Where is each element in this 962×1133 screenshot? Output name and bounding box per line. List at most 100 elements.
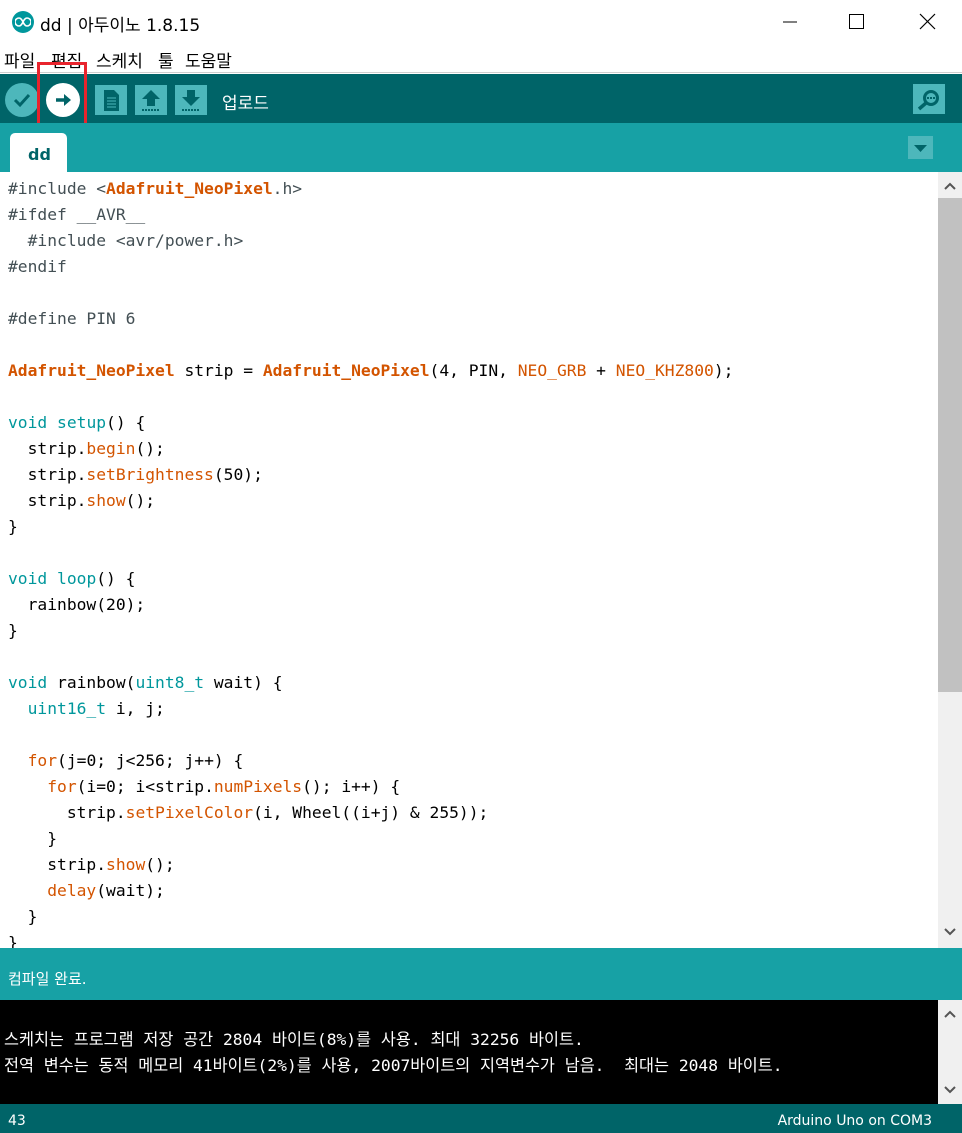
code-line[interactable]: for(i=0; i<strip.numPixels(); i++) { (8, 774, 938, 800)
code-line[interactable]: void loop() { (8, 566, 938, 592)
menu-help[interactable]: 도움말 (185, 47, 232, 72)
code-line[interactable]: } (8, 514, 938, 540)
code-token: (j=0; j<256; j++) { (57, 751, 244, 770)
tab-bar: dd (0, 123, 962, 172)
code-token: setup (57, 413, 107, 432)
code-line[interactable]: strip.setBrightness(50); (8, 462, 938, 488)
code-token: } (8, 621, 18, 640)
scroll-down-icon[interactable] (938, 1080, 962, 1100)
code-line[interactable] (8, 644, 938, 670)
code-token: #define PIN 6 (8, 309, 136, 328)
code-line[interactable]: delay(wait); (8, 878, 938, 904)
code-line[interactable]: #ifdef __AVR__ (8, 202, 938, 228)
scroll-up-icon[interactable] (938, 1004, 962, 1024)
code-token: Adafruit_NeoPixel (262, 361, 430, 380)
code-token: strip. (8, 803, 126, 822)
code-line[interactable]: } (8, 904, 938, 930)
console-scrollbar[interactable] (938, 1000, 962, 1104)
console-line: 스케치는 프로그램 저장 공간 2804 바이트(8%)를 사용. 최대 322… (4, 1030, 584, 1049)
magnifier-icon (917, 90, 939, 111)
editor-scrollbar[interactable] (938, 172, 962, 948)
code-line[interactable]: strip.begin(); (8, 436, 938, 462)
verify-button[interactable] (5, 83, 39, 117)
code-token: for (47, 777, 77, 796)
code-line[interactable] (8, 280, 938, 306)
code-token: strip. (8, 855, 107, 874)
code-token: setBrightness (86, 465, 214, 484)
code-token: NEO_GRB (517, 361, 587, 380)
code-token: uint8_t (135, 673, 205, 692)
menu-sketch[interactable]: 스케치 (96, 47, 143, 72)
code-token: #include <avr/power.h> (8, 231, 244, 250)
scroll-down-icon[interactable] (938, 922, 962, 942)
menu-tools[interactable]: 툴 (158, 47, 174, 72)
code-token: setPixelColor (125, 803, 254, 822)
status-message: 컴파일 완료. (8, 970, 87, 988)
close-button[interactable] (904, 6, 950, 38)
code-line[interactable]: Adafruit_NeoPixel strip = Adafruit_NeoPi… (8, 358, 938, 384)
code-line[interactable]: } (8, 826, 938, 852)
code-token: void (8, 569, 48, 588)
code-token: begin (86, 439, 136, 458)
save-button[interactable] (175, 85, 207, 115)
code-line[interactable]: void rainbow(uint8_t wait) { (8, 670, 938, 696)
code-line[interactable]: strip.setPixelColor(i, Wheel((i+j) & 255… (8, 800, 938, 826)
code-token: strip. (8, 465, 87, 484)
minimize-button[interactable] (767, 6, 813, 38)
code-line[interactable] (8, 332, 938, 358)
arduino-logo-icon (12, 11, 34, 33)
code-token: for (27, 751, 58, 770)
code-line[interactable]: #endif (8, 254, 938, 280)
code-token: void (8, 413, 48, 432)
editor-scroll-thumb[interactable] (938, 198, 962, 692)
code-token: (); (125, 491, 156, 510)
code-token: show (86, 491, 126, 510)
scroll-up-icon[interactable] (938, 176, 962, 196)
code-line[interactable]: strip.show(); (8, 852, 938, 878)
up-arrow-icon (142, 90, 160, 111)
code-line[interactable] (8, 540, 938, 566)
code-editor[interactable]: #include <Adafruit_NeoPixel.h> #ifdef __A… (0, 172, 938, 948)
tab-dd[interactable]: dd (10, 133, 67, 172)
down-arrow-icon (182, 90, 200, 111)
code-line[interactable] (8, 384, 938, 410)
maximize-button[interactable] (833, 6, 879, 38)
code-token: } (8, 517, 18, 536)
code-token: void (8, 673, 48, 692)
code-line[interactable]: #include <Adafruit_NeoPixel.h> (8, 176, 938, 202)
code-token: show (106, 855, 146, 874)
code-line[interactable]: } (8, 930, 938, 948)
menu-edit[interactable]: 편집 (51, 47, 82, 72)
code-line[interactable]: #define PIN 6 (8, 306, 938, 332)
serial-monitor-button[interactable] (913, 84, 945, 114)
code-token: NEO_KHZ800 (615, 361, 714, 380)
code-line[interactable]: rainbow(20); (8, 592, 938, 618)
status-bar: 컴파일 완료. (0, 948, 962, 1000)
code-line[interactable]: void setup() { (8, 410, 938, 436)
code-line[interactable]: } (8, 618, 938, 644)
code-line[interactable]: for(j=0; j<256; j++) { (8, 748, 938, 774)
code-token: i, j; (106, 699, 165, 718)
code-token: (wait); (96, 881, 165, 900)
code-line[interactable]: #include <avr/power.h> (8, 228, 938, 254)
code-token: #endif (8, 257, 67, 276)
new-button[interactable] (95, 85, 127, 115)
open-button[interactable] (135, 85, 167, 115)
code-line[interactable] (8, 722, 938, 748)
tab-menu-button[interactable] (908, 136, 933, 159)
code-text[interactable]: #include <Adafruit_NeoPixel.h> #ifdef __A… (0, 172, 938, 948)
code-line[interactable]: strip.show(); (8, 488, 938, 514)
upload-button[interactable] (46, 83, 80, 117)
menu-file[interactable]: 파일 (4, 47, 35, 72)
code-token: #include < (8, 179, 107, 198)
code-line[interactable]: uint16_t i, j; (8, 696, 938, 722)
console-output: 스케치는 프로그램 저장 공간 2804 바이트(8%)를 사용. 최대 322… (0, 1000, 938, 1104)
code-token: (4, PIN, (429, 361, 518, 380)
window-title: dd | 아두이노 1.8.15 (40, 16, 201, 36)
code-token: () { (106, 413, 146, 432)
code-token: + (586, 361, 616, 380)
code-token: } (8, 907, 38, 926)
code-token: } (8, 829, 58, 848)
code-token: (); (145, 855, 175, 874)
